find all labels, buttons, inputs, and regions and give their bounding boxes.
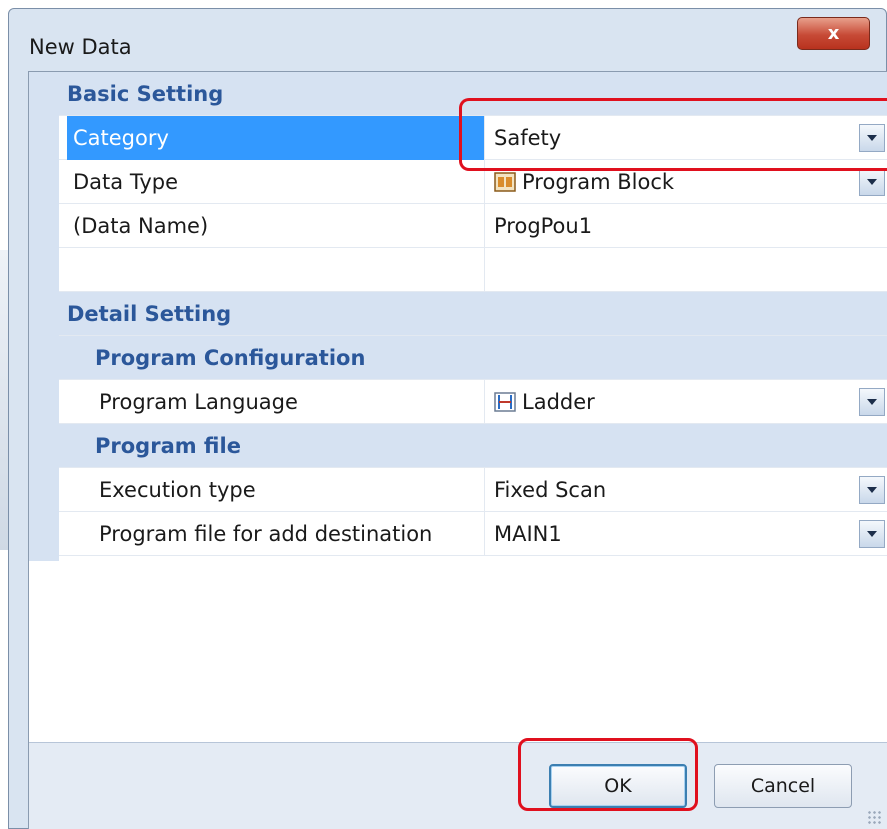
data-type-label: Data Type [67,160,485,204]
section-detail-setting-label: Detail Setting [67,302,232,326]
property-grid: Basic Setting Category Safety Data Type [29,72,887,742]
section-detail-setting[interactable]: Detail Setting [59,292,887,336]
execution-type-value[interactable]: Fixed Scan [486,468,857,512]
program-file-destination-dropdown-button[interactable] [859,520,885,548]
cancel-button[interactable]: Cancel [714,764,852,808]
program-file-destination-label: Program file for add destination [93,512,485,556]
execution-type-label: Execution type [93,468,485,512]
section-basic-setting-label: Basic Setting [67,82,224,106]
background-window-edge [0,250,8,550]
data-name-input[interactable]: ProgPou1 [486,204,857,248]
resize-grip-icon[interactable] [867,810,881,824]
program-file-destination-value-text: MAIN1 [494,522,562,546]
program-language-value[interactable]: Ladder [486,380,857,424]
property-row-execution-type[interactable]: Execution type Fixed Scan [59,468,887,512]
property-row-data-name[interactable]: (Data Name) ProgPou1 [59,204,887,248]
section-program-configuration[interactable]: Program Configuration [59,336,887,380]
program-language-dropdown-button[interactable] [859,388,885,416]
data-type-dropdown-button[interactable] [859,168,885,196]
property-row-program-file-destination[interactable]: Program file for add destination MAIN1 [59,512,887,556]
dialog-client-area: Basic Setting Category Safety Data Type [28,71,887,829]
execution-type-dropdown-button[interactable] [859,476,885,504]
ladder-icon [494,392,516,412]
section-program-file-label: Program file [95,434,241,458]
dialog-title: New Data [29,35,132,59]
program-block-icon [494,172,516,192]
program-language-label: Program Language [93,380,485,424]
dialog-button-bar: OK Cancel [29,742,887,829]
section-program-file[interactable]: Program file [59,424,887,468]
category-label[interactable]: Category [67,116,485,160]
property-row-program-language[interactable]: Program Language Ladder [59,380,887,424]
title-bar[interactable]: New Data x [9,9,886,71]
section-program-configuration-label: Program Configuration [95,346,366,370]
close-icon: x [827,23,840,44]
execution-type-value-text: Fixed Scan [494,478,607,502]
property-row-empty [59,248,887,292]
data-name-label: (Data Name) [67,204,485,248]
program-language-value-text: Ladder [522,390,595,414]
ok-button-highlight [518,738,698,811]
cancel-button-label: Cancel [750,775,816,797]
close-button[interactable]: x [797,17,870,50]
empty-label-cell [67,248,485,292]
category-value-highlight [459,98,887,171]
program-file-destination-value[interactable]: MAIN1 [486,512,857,556]
data-name-value-text: ProgPou1 [494,214,593,238]
property-grid-gutter [29,72,59,561]
